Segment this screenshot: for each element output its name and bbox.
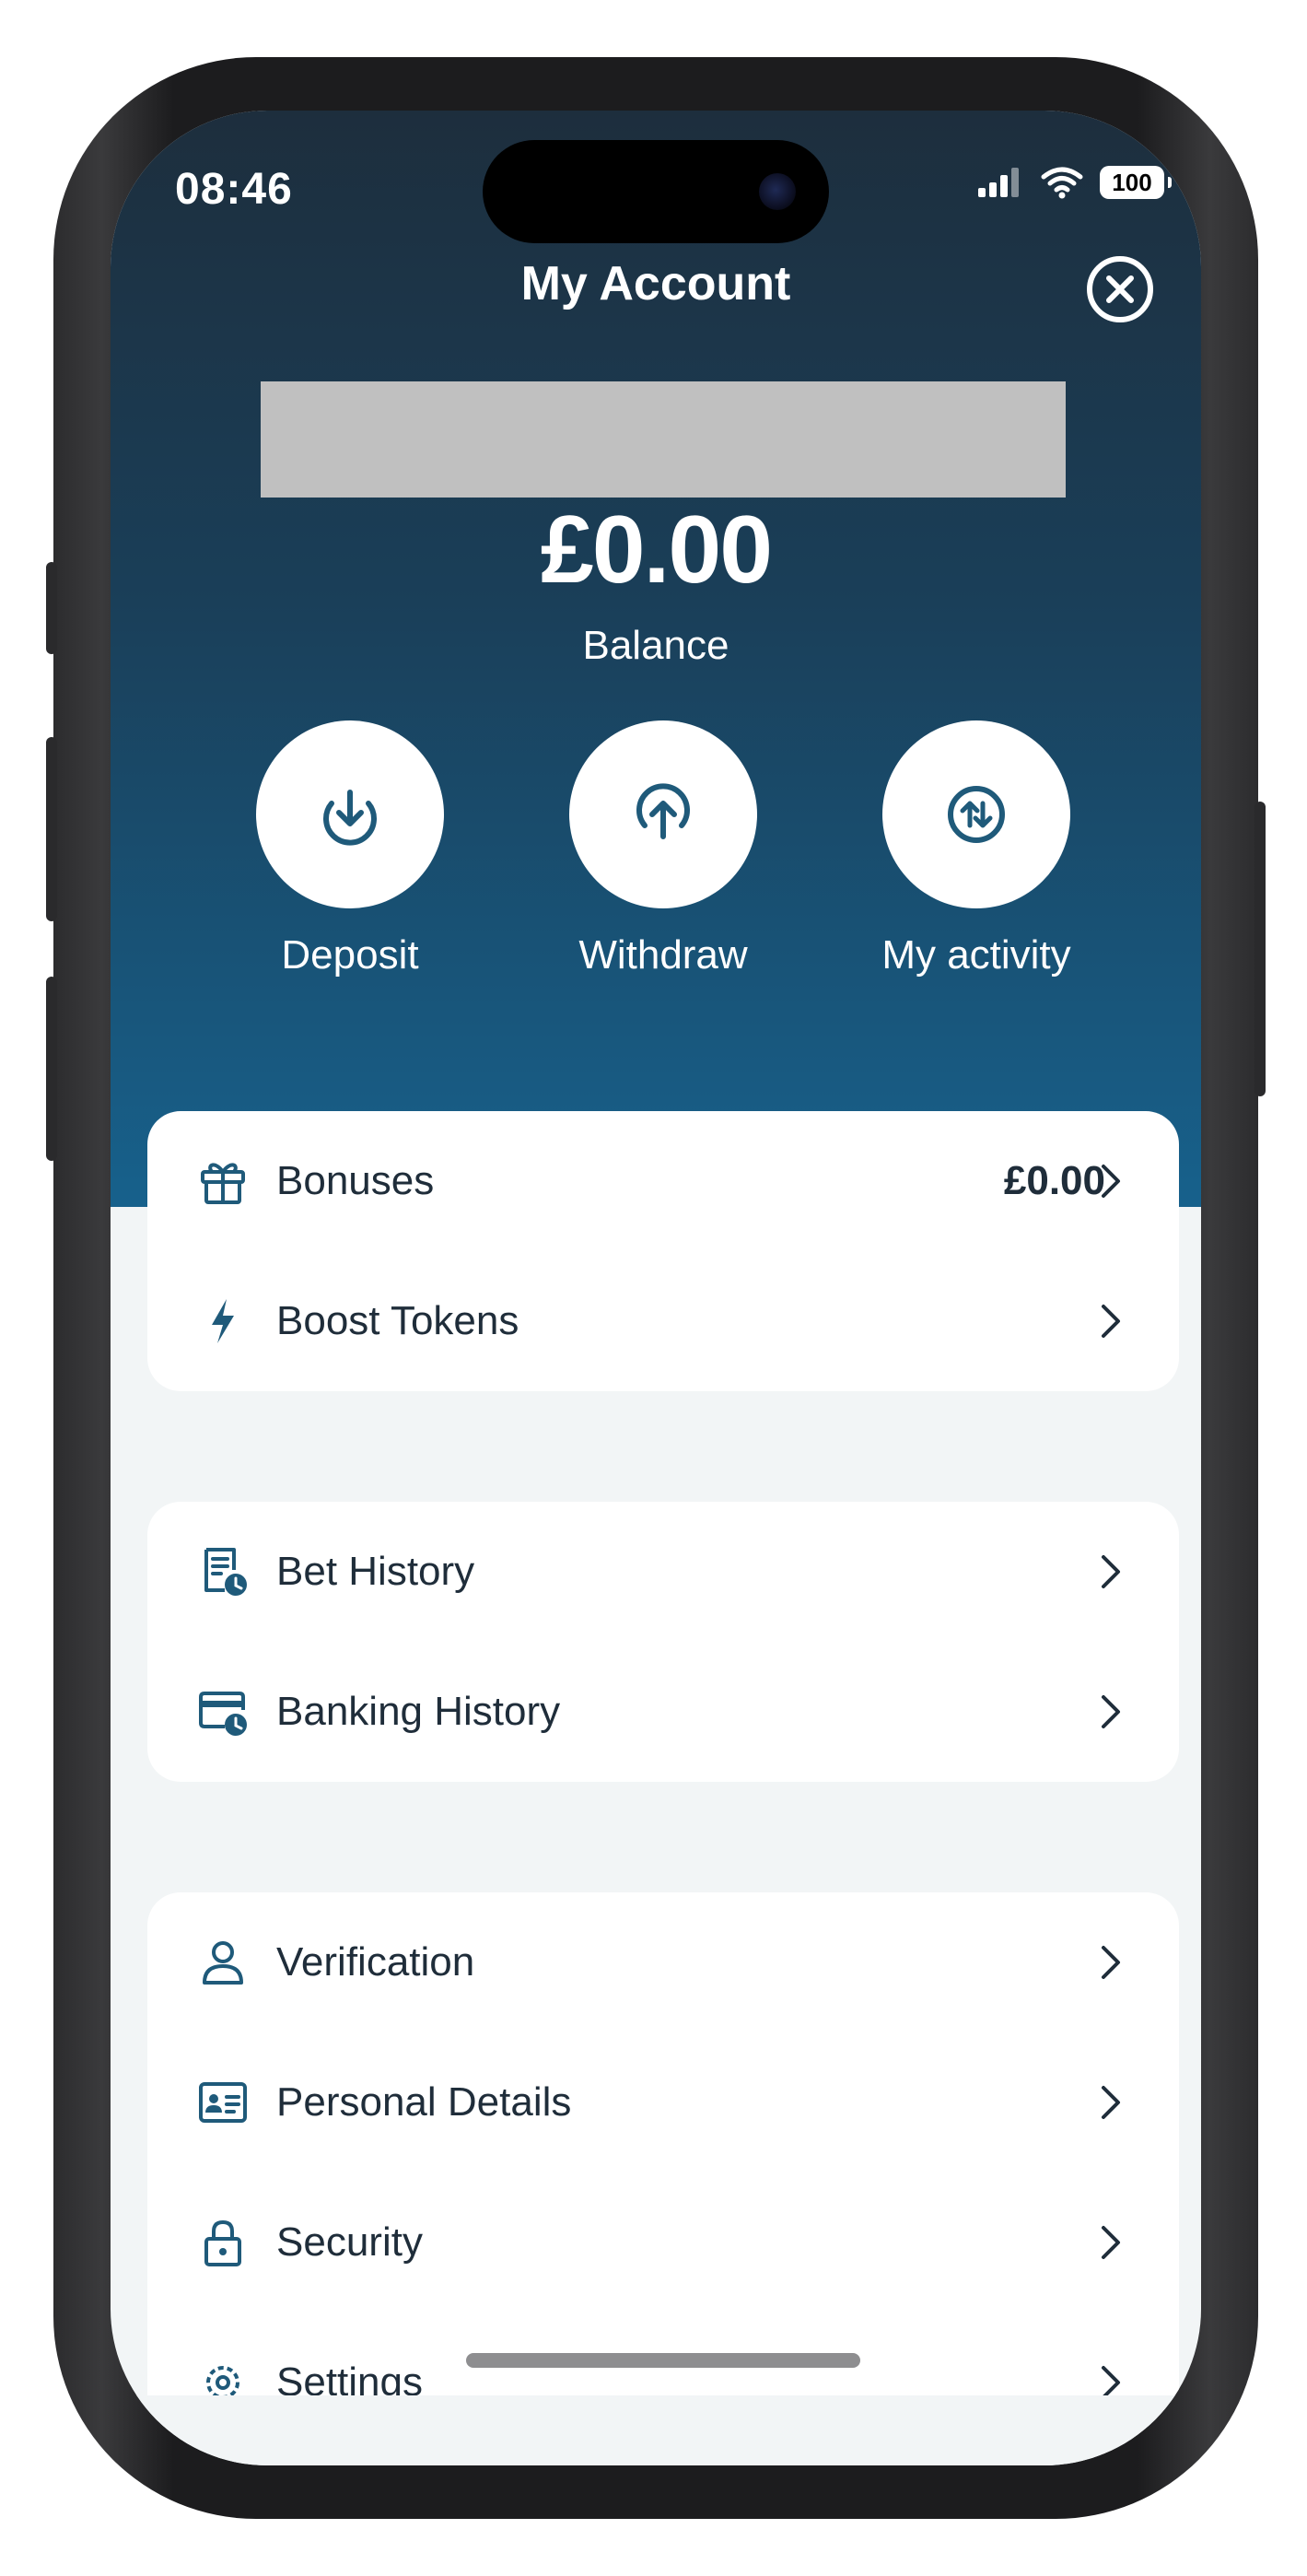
download-arrow-icon	[323, 790, 377, 846]
chevron-right-icon	[1102, 1305, 1120, 1338]
menu-item-label: Banking History	[276, 1689, 561, 1734]
withdraw-button[interactable]	[569, 720, 757, 908]
my-activity-action[interactable]: My activity	[866, 720, 1087, 978]
withdraw-action[interactable]: Withdraw	[553, 720, 774, 978]
chevron-right-icon	[1102, 1946, 1120, 1979]
account-settings-card: Verification Personal Details Security S…	[147, 1892, 1179, 2453]
bottom-bar-background	[111, 2395, 1201, 2465]
withdraw-label: Withdraw	[578, 932, 748, 978]
lock-icon	[195, 2215, 251, 2270]
phone-volume-down-button	[46, 977, 57, 1161]
phone-power-button	[1254, 802, 1266, 1096]
chevron-right-icon	[1102, 1695, 1120, 1728]
card-clock-icon	[195, 1684, 251, 1739]
menu-item-label: Personal Details	[276, 2079, 572, 2125]
status-icons: 100	[976, 166, 1172, 199]
app-screen: 08:46 100 My Account £0.00 Balance Depos…	[111, 111, 1201, 2465]
front-camera-icon	[759, 173, 796, 210]
menu-item-security[interactable]: Security	[147, 2172, 1179, 2313]
redacted-username	[261, 381, 1066, 498]
menu-item-label: Security	[276, 2219, 423, 2265]
my-activity-button[interactable]	[882, 720, 1070, 908]
chevron-right-icon	[1102, 2086, 1120, 2119]
menu-item-label: Bonuses	[276, 1158, 435, 1203]
upload-arrow-icon	[636, 783, 690, 839]
balance-amount: £0.00	[540, 497, 773, 603]
deposit-label: Deposit	[281, 932, 419, 978]
dynamic-island	[483, 140, 829, 243]
bonus-amount: £0.00	[1003, 1158, 1105, 1203]
chevron-right-icon	[1102, 2226, 1120, 2259]
rewards-card: Bonuses £0.00 Boost Tokens	[147, 1111, 1179, 1391]
receipt-clock-icon	[195, 1544, 251, 1599]
menu-item-label: Boost Tokens	[276, 1298, 519, 1343]
wifi-icon	[1041, 167, 1083, 199]
menu-item-verification[interactable]: Verification	[147, 1892, 1179, 2032]
id-card-icon	[195, 2075, 251, 2130]
cellular-signal-icon	[978, 168, 1019, 197]
menu-item-banking-history[interactable]: Banking History	[147, 1642, 1179, 1782]
home-indicator[interactable]	[466, 2353, 860, 2368]
chevron-right-icon	[1102, 1555, 1120, 1588]
menu-item-label: Verification	[276, 1939, 475, 1985]
my-activity-label: My activity	[881, 932, 1071, 978]
balance-label: Balance	[582, 623, 729, 668]
menu-item-bet-history[interactable]: Bet History	[147, 1502, 1179, 1642]
battery-icon: 100	[1100, 166, 1172, 199]
menu-item-bonuses[interactable]: Bonuses £0.00	[147, 1111, 1179, 1251]
lightning-icon	[195, 1294, 251, 1349]
menu-item-boost-tokens[interactable]: Boost Tokens	[147, 1251, 1179, 1391]
menu-item-personal-details[interactable]: Personal Details	[147, 2032, 1179, 2172]
swap-arrows-icon	[948, 786, 1005, 843]
menu-item-label: Bet History	[276, 1549, 475, 1594]
deposit-action[interactable]: Deposit	[239, 720, 461, 978]
chevron-right-icon	[1102, 1165, 1120, 1198]
phone-volume-up-button	[46, 737, 57, 921]
deposit-button[interactable]	[256, 720, 444, 908]
close-icon[interactable]	[1085, 254, 1155, 324]
gift-icon	[195, 1153, 251, 1209]
person-icon	[195, 1935, 251, 1990]
phone-action-button	[46, 562, 57, 654]
history-card: Bet History Banking History	[147, 1502, 1179, 1782]
status-time: 08:46	[175, 165, 293, 214]
page-title: My Account	[520, 257, 791, 310]
